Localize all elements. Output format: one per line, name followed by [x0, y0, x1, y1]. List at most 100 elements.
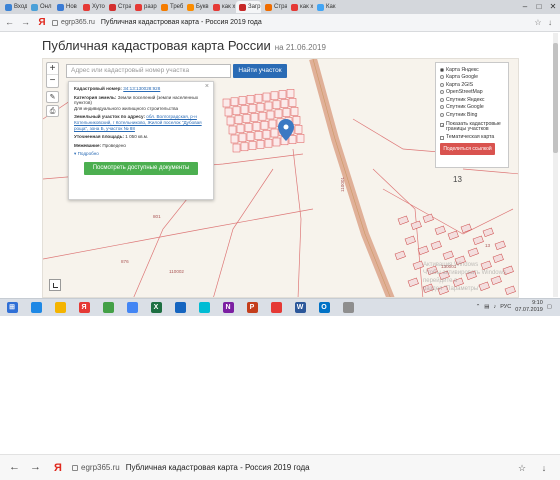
layer-option[interactable]: Спутник Bing: [440, 111, 504, 119]
taskbar-app[interactable]: P: [240, 299, 264, 317]
minimize-icon[interactable]: –: [518, 0, 532, 14]
zoom-in-button[interactable]: +: [47, 63, 58, 75]
parcel[interactable]: [290, 107, 299, 116]
url-field[interactable]: egrp365.ru Публичная кадастровая карта -…: [52, 19, 262, 26]
parcel[interactable]: [494, 240, 506, 250]
back-icon[interactable]: ←: [8, 461, 21, 474]
layer-option[interactable]: OpenStreetMap: [440, 89, 504, 97]
parcel[interactable]: [482, 227, 494, 237]
parcel[interactable]: [240, 105, 249, 114]
parcel[interactable]: [238, 133, 247, 143]
taskbar-app[interactable]: [48, 299, 72, 317]
parcel[interactable]: [256, 140, 265, 149]
cadastre-borders-toggle[interactable]: ✓ Показать кадастровые границы участков: [440, 121, 504, 133]
parcel[interactable]: [296, 134, 305, 143]
parcel[interactable]: [230, 97, 239, 107]
parcel[interactable]: [410, 220, 422, 230]
browser-tab[interactable]: Загр: [236, 1, 261, 13]
back-icon[interactable]: ←: [3, 16, 16, 29]
ruler-icon[interactable]: ✎: [46, 91, 59, 103]
parcel[interactable]: [447, 230, 459, 240]
cadastral-map[interactable]: + − ✎ ⎙ Адрес или кадастровый номер учас…: [42, 58, 519, 298]
parcel[interactable]: [224, 107, 233, 117]
parcel[interactable]: [282, 108, 291, 117]
forward-icon[interactable]: →: [29, 461, 42, 474]
downloads-icon[interactable]: ↓: [538, 462, 550, 474]
find-plot-button[interactable]: Найти участок: [233, 64, 287, 78]
close-window-icon[interactable]: ✕: [546, 0, 560, 14]
taskbar-app[interactable]: Я: [72, 299, 96, 317]
parcel[interactable]: [434, 225, 446, 235]
parcel[interactable]: [412, 260, 424, 270]
parcel[interactable]: [228, 125, 237, 135]
parcel[interactable]: [288, 135, 297, 144]
search-input[interactable]: Адрес или кадастровый номер участка: [66, 64, 231, 78]
parcel[interactable]: [242, 114, 251, 123]
parcel[interactable]: [460, 223, 472, 233]
parcel[interactable]: [288, 98, 297, 107]
parcel[interactable]: [268, 119, 277, 129]
parcel[interactable]: [232, 143, 241, 153]
parcel[interactable]: [430, 240, 442, 250]
browser-tab[interactable]: Стра: [262, 1, 287, 13]
parcel[interactable]: [266, 110, 275, 120]
parcel[interactable]: [262, 92, 271, 102]
layer-option[interactable]: Спутник Яндекс: [440, 96, 504, 104]
taskbar-app[interactable]: [120, 299, 144, 317]
parcel[interactable]: [292, 116, 301, 125]
taskbar-app[interactable]: [24, 299, 48, 317]
language-indicator[interactable]: РУС: [500, 304, 511, 310]
parcel[interactable]: [256, 102, 265, 112]
details-link[interactable]: ▾ Подробно: [74, 151, 208, 157]
start-button[interactable]: ⊞: [0, 299, 24, 317]
parcel[interactable]: [230, 134, 239, 144]
tray-arrow-icon[interactable]: ⌃: [476, 304, 481, 310]
fullscreen-button[interactable]: [49, 279, 61, 291]
taskbar-app[interactable]: [264, 299, 288, 317]
taskbar-app[interactable]: X: [144, 299, 168, 317]
taskbar-app[interactable]: [336, 299, 360, 317]
parcel[interactable]: [442, 250, 454, 260]
taskbar-app[interactable]: W: [288, 299, 312, 317]
parcel[interactable]: [264, 101, 273, 111]
browser-tab[interactable]: Треб: [158, 1, 183, 13]
clock[interactable]: 9:10 07.07.2019: [515, 300, 543, 314]
browser-tab[interactable]: Онл: [28, 1, 53, 13]
parcel[interactable]: [222, 98, 231, 108]
bookmark-icon[interactable]: ☆: [516, 462, 528, 474]
browser-tab[interactable]: Как: [314, 1, 339, 13]
parcel[interactable]: [254, 93, 263, 103]
parcel[interactable]: [258, 111, 267, 121]
browser-tab[interactable]: Нов: [54, 1, 79, 13]
parcel[interactable]: [238, 96, 247, 105]
zoom-out-button[interactable]: −: [47, 75, 58, 87]
parcel[interactable]: [240, 142, 249, 152]
downloads-icon[interactable]: ↓: [544, 17, 556, 29]
parcel[interactable]: [248, 104, 257, 113]
parcel[interactable]: [286, 89, 295, 98]
view-documents-button[interactable]: Посмотреть доступные документы: [84, 161, 198, 175]
parcel[interactable]: [252, 122, 261, 131]
layer-option[interactable]: Спутник Google: [440, 104, 504, 112]
browser-tab[interactable]: Хуто: [80, 1, 105, 13]
layer-option[interactable]: Карта Яндекс: [440, 66, 504, 74]
parcel[interactable]: [246, 95, 255, 104]
parcel[interactable]: [260, 120, 269, 130]
parcel[interactable]: [234, 115, 243, 125]
yandex-logo-icon[interactable]: Я: [36, 17, 48, 29]
parcel[interactable]: [244, 123, 253, 132]
taskbar-app[interactable]: O: [312, 299, 336, 317]
parcel[interactable]: [407, 277, 419, 287]
parcel[interactable]: [248, 141, 257, 150]
parcel[interactable]: [270, 128, 279, 138]
parcel[interactable]: [417, 245, 429, 255]
network-icon[interactable]: ▤: [484, 304, 489, 310]
parcel[interactable]: [232, 106, 241, 116]
share-link-button[interactable]: Поделиться ссылкой: [440, 143, 495, 156]
maximize-icon[interactable]: □: [532, 0, 546, 14]
parcel[interactable]: [422, 213, 434, 223]
scrollbar-thumb[interactable]: [553, 43, 558, 153]
page-scrollbar[interactable]: [553, 33, 558, 297]
parcel[interactable]: [272, 100, 281, 110]
taskbar-app[interactable]: [168, 299, 192, 317]
